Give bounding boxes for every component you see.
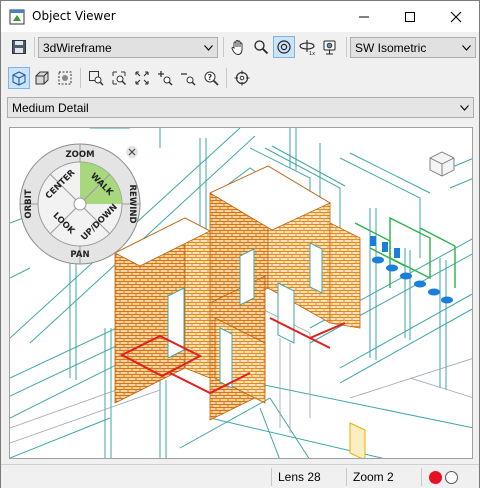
status-bar: Lens 28 Zoom 2 [1,464,479,488]
view-toolbar: ? [1,64,479,92]
toolbar-separator [226,68,227,88]
realistic-style-button[interactable] [54,67,76,89]
minimize-button[interactable] [341,1,387,32]
detail-level-dropdown[interactable]: Medium Detail [7,97,474,118]
wireframe-style-button[interactable] [8,67,30,89]
zoom-out-icon [181,73,196,86]
orbit-button[interactable] [273,36,295,58]
detail-level-value: Medium Detail [12,101,89,115]
zoom-status: Zoom 2 [346,468,420,486]
stop-icon[interactable] [445,471,458,484]
svg-text:1x: 1x [309,51,315,56]
close-icon [450,11,462,22]
toolbar-separator [34,37,35,57]
visual-style-value: 3dWireframe [43,41,112,55]
zoom-object-button[interactable] [108,67,130,89]
shaded-cube-icon [35,71,49,85]
3d-viewport[interactable]: ZOOM PAN ORBIT REWIND CENTER WALK LOOK U… [9,127,473,459]
camera-button[interactable] [319,36,341,58]
zoom-in-button[interactable] [154,67,176,89]
window-title: Object Viewer [32,9,116,23]
app-icon [9,9,25,25]
hand-icon [231,40,243,55]
continuous-orbit-icon: 1x [299,40,315,56]
record-icon[interactable] [429,471,442,484]
orbit-icon [277,40,291,54]
free-orbit-button[interactable]: 1x [296,36,318,58]
zoom-button[interactable] [250,36,272,58]
wheel-close-icon[interactable] [126,146,138,158]
zoom-extents-icon [135,71,149,85]
wheel-rewind-label[interactable]: REWIND [127,184,137,223]
render-icon [58,71,72,85]
pan-button[interactable] [227,36,249,58]
wheel-zoom-label[interactable]: ZOOM [65,150,94,160]
title-bar: Object Viewer [1,1,479,32]
zoom-window-icon [89,71,104,86]
chevron-down-icon [462,45,471,51]
chevron-down-icon [204,45,213,51]
wheel-orbit-label[interactable]: ORBIT [24,189,34,218]
visual-style-dropdown[interactable]: 3dWireframe [38,37,218,58]
view-preset-dropdown[interactable]: SW Isometric [350,37,476,58]
view-cube[interactable] [429,151,455,177]
chevron-down-icon [460,105,469,111]
view-preset-value: SW Isometric [355,41,427,55]
shaded-style-button[interactable] [31,67,53,89]
svg-text:?: ? [208,73,213,82]
save-icon [12,40,26,54]
magnifier-icon [254,40,269,55]
steering-wheel[interactable]: ZOOM PAN ORBIT REWIND CENTER WALK LOOK U… [18,142,142,266]
zoom-extents-button[interactable] [131,67,153,89]
crosshair-icon [234,70,250,86]
zoom-object-icon [112,71,127,86]
toolbar-separator [80,68,81,88]
main-toolbar: 3dWireframe 1x SW Isometric [1,33,479,61]
camera-icon [323,40,336,55]
wheel-pan-label[interactable]: PAN [70,250,89,260]
zoom-previous-button[interactable]: ? [200,67,222,89]
save-button[interactable] [8,36,30,58]
toolbar-separator [346,37,347,57]
object-viewer-window: Object Viewer 3dWireframe 1x SW Isometri… [0,0,480,488]
zoom-window-button[interactable] [85,67,107,89]
lens-status: Lens 28 [271,468,345,486]
close-button[interactable] [433,1,479,32]
zoom-previous-icon: ? [204,71,219,86]
zoom-in-icon [158,71,173,86]
maximize-button[interactable] [387,1,433,32]
zoom-out-button[interactable] [177,67,199,89]
maximize-icon [405,11,415,22]
wireframe-cube-icon [12,71,26,86]
minimize-icon [359,16,369,17]
toolbar-separator [223,37,224,57]
steering-wheel-button[interactable] [231,67,253,89]
